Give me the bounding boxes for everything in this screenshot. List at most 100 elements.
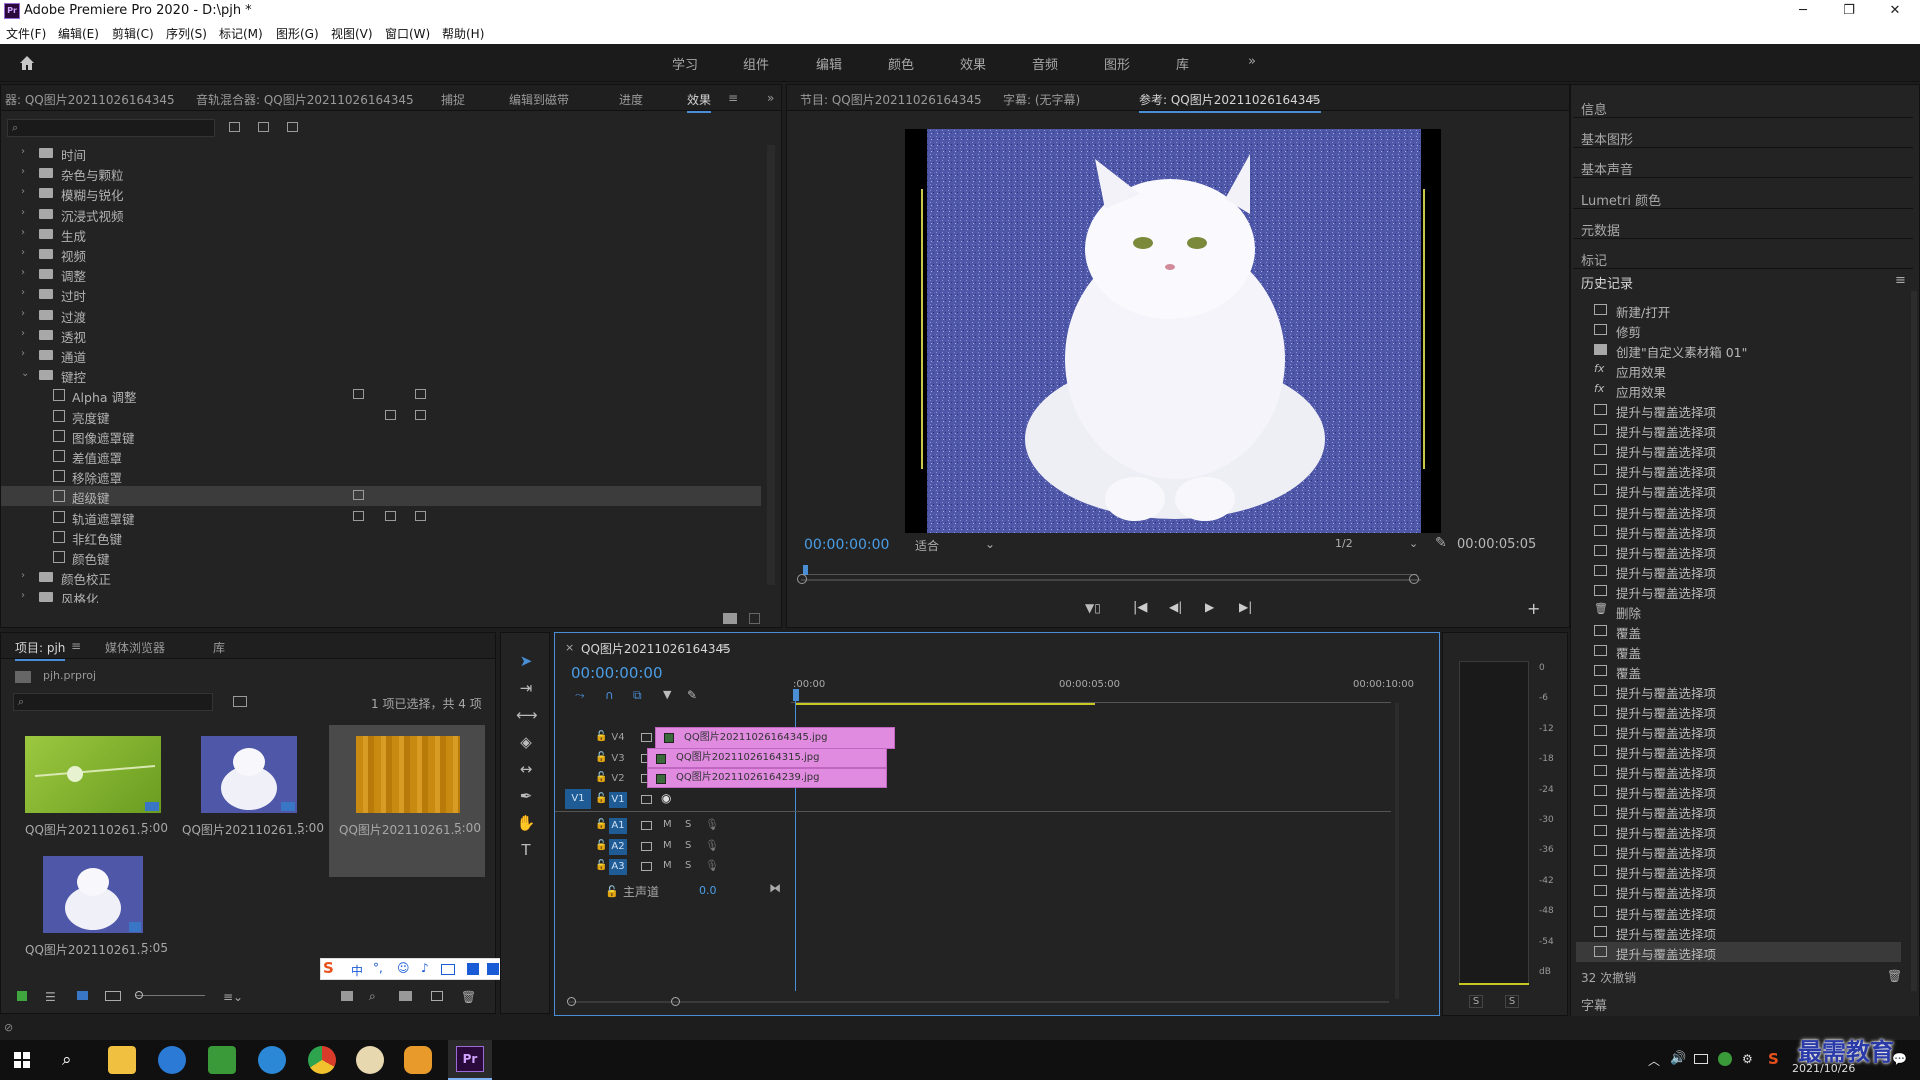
chevron-right-icon[interactable]: › — [21, 308, 25, 319]
workspace-libraries[interactable]: 库 — [1176, 54, 1189, 73]
workspace-color[interactable]: 颜色 — [888, 54, 914, 73]
home-icon[interactable] — [18, 54, 36, 72]
right-panel-item[interactable]: Lumetri 颜色 — [1581, 190, 1661, 209]
yuv-effects-icon[interactable] — [287, 122, 298, 132]
more-workspaces-icon[interactable]: » — [1248, 54, 1256, 69]
effects-folder[interactable]: › 过渡 — [1, 305, 761, 325]
solo-button[interactable]: S — [685, 840, 691, 851]
history-item[interactable]: 提升与覆盖选择项 — [1576, 480, 1901, 500]
history-item[interactable]: 提升与覆盖选择项 — [1576, 761, 1901, 781]
effects-folder[interactable]: › 沉浸式视频 — [1, 204, 761, 224]
lock-icon[interactable]: 🔓 — [605, 885, 619, 898]
source-patch-v1[interactable]: V1 — [565, 789, 591, 809]
effects-folder[interactable]: › 颜色校正 — [1, 567, 761, 587]
video-frame[interactable] — [905, 129, 1441, 533]
effects-folder[interactable]: › 生成 — [1, 224, 761, 244]
zoom-scrollbar[interactable] — [801, 579, 1421, 581]
effect-item[interactable]: 颜色键 — [1, 547, 761, 567]
step-back-icon[interactable]: ◀| — [1169, 600, 1182, 614]
workspace-learn[interactable]: 学习 — [672, 54, 698, 73]
zoom-slider[interactable] — [135, 995, 205, 996]
ime-tray-icon[interactable]: ⚙ — [1742, 1052, 1753, 1066]
track-lock-icon[interactable]: 🔓 — [595, 840, 607, 851]
ie-icon[interactable] — [258, 1046, 286, 1074]
search-icon[interactable]: ⌕ — [62, 1050, 72, 1070]
security-icon[interactable] — [1718, 1052, 1732, 1066]
mute-button[interactable]: M — [663, 819, 672, 830]
right-panel-item[interactable]: 基本声音 — [1581, 159, 1633, 178]
tab-effects[interactable]: 效果 — [687, 91, 712, 113]
effect-item[interactable]: 轨道遮罩键 — [1, 507, 761, 527]
fit-dropdown[interactable]: 适合 ⌄ — [915, 537, 997, 553]
store-icon[interactable] — [208, 1046, 236, 1074]
history-item[interactable]: 提升与覆盖选择项 — [1576, 881, 1901, 901]
icon-view-icon[interactable] — [77, 991, 88, 1000]
history-item[interactable]: 提升与覆盖选择项 — [1576, 561, 1901, 581]
effects-search-input[interactable]: ⌕ — [7, 119, 215, 137]
ime-mode[interactable]: 中 — [351, 962, 363, 979]
zoom-slider-handle[interactable] — [135, 991, 143, 999]
track-lock-icon[interactable]: 🔓 — [595, 752, 607, 763]
find-icon[interactable]: ⌕ — [369, 989, 376, 1004]
chevron-right-icon[interactable]: › — [21, 146, 25, 157]
timeline-hscroll[interactable] — [569, 1001, 1389, 1003]
effects-folder[interactable]: › 杂色与颗粒 — [1, 163, 761, 183]
windows-start-icon[interactable] — [14, 1052, 30, 1068]
effect-item[interactable]: 非红色键 — [1, 527, 761, 547]
chevron-right-icon[interactable]: › — [21, 287, 25, 298]
solo-right-button[interactable]: S — [1505, 995, 1519, 1008]
close-tab-icon[interactable]: × — [565, 641, 574, 654]
edge-icon[interactable] — [158, 1046, 186, 1074]
type-tool-icon[interactable]: T — [516, 841, 536, 861]
history-item[interactable]: 修剪 — [1576, 320, 1901, 340]
tab-audio-mixer[interactable]: 音轨混合器: QQ图片20211026164345 — [196, 91, 414, 108]
add-marker-icon[interactable]: ▼▯ — [1085, 601, 1101, 615]
solo-left-button[interactable]: S — [1469, 995, 1483, 1008]
selection-tool-icon[interactable]: ➤ — [516, 652, 536, 672]
chevron-right-icon[interactable]: › — [21, 227, 25, 238]
new-bin-icon[interactable] — [723, 613, 737, 624]
new-search-bin-icon[interactable] — [233, 696, 247, 707]
voice-icon[interactable]: ♪ — [421, 961, 429, 975]
workspace-audio[interactable]: 音频 — [1032, 54, 1058, 73]
snap-icon[interactable]: ∩ — [605, 688, 614, 702]
chevron-right-icon[interactable]: › — [21, 207, 25, 218]
32bit-effects-icon[interactable] — [258, 122, 269, 132]
chevron-down-icon[interactable]: ⌄ — [21, 368, 29, 379]
effects-scrollbar[interactable] — [767, 145, 775, 585]
file-explorer-icon[interactable] — [108, 1046, 136, 1074]
emoji-icon[interactable]: ☺ — [397, 961, 410, 975]
new-bin-icon[interactable] — [399, 991, 412, 1001]
effects-folder[interactable]: ⌄ 键控 — [1, 365, 761, 385]
effect-item[interactable]: 图像遮罩键 — [1, 426, 761, 446]
chevron-right-icon[interactable]: › — [21, 570, 25, 581]
track-lock-icon[interactable]: 🔓 — [595, 793, 607, 804]
effect-item[interactable]: 差值遮罩 — [1, 446, 761, 466]
program-menu-icon[interactable]: ≡ — [1309, 91, 1319, 105]
toggle-sync-lock-icon[interactable] — [641, 821, 652, 830]
timeline-clip[interactable]: QQ图片20211026164345.jpg — [655, 727, 895, 749]
history-item[interactable]: fx 应用效果 — [1576, 380, 1901, 400]
trash-icon[interactable]: 🗑 — [461, 990, 476, 1004]
resolution-dropdown[interactable]: 1/2 ⌄ — [1335, 537, 1421, 553]
accelerated-effects-icon[interactable] — [229, 122, 240, 132]
history-item[interactable]: 提升与覆盖选择项 — [1576, 460, 1901, 480]
timeline-settings-icon[interactable]: ✎ — [687, 688, 697, 702]
notification-icon[interactable]: 💬 — [1892, 1052, 1907, 1066]
ripple-edit-tool-icon[interactable]: ⟷ — [516, 706, 538, 726]
more-tabs-icon[interactable]: » — [767, 91, 774, 105]
history-item[interactable]: 提升与覆盖选择项 — [1576, 841, 1901, 861]
tab-program[interactable]: 节目: QQ图片20211026164345 — [800, 91, 982, 108]
captions-panel-label[interactable]: 字幕 — [1581, 995, 1607, 1014]
effect-item[interactable]: Alpha 调整 — [1, 385, 761, 405]
timeline-ruler[interactable] — [791, 693, 1391, 703]
master-volume-value[interactable]: 0.0 — [699, 884, 717, 897]
nest-icon[interactable]: ⤳ — [575, 688, 585, 703]
thumb-cat-1[interactable] — [201, 736, 297, 813]
track-lock-icon[interactable]: 🔓 — [595, 819, 607, 830]
zoom-handle-right[interactable] — [1409, 574, 1419, 584]
delete-icon[interactable] — [749, 613, 760, 624]
right-panel-item[interactable]: 元数据 — [1581, 220, 1620, 239]
history-item[interactable]: 提升与覆盖选择项 — [1576, 521, 1901, 541]
workspace-editing[interactable]: 编辑 — [816, 54, 842, 73]
